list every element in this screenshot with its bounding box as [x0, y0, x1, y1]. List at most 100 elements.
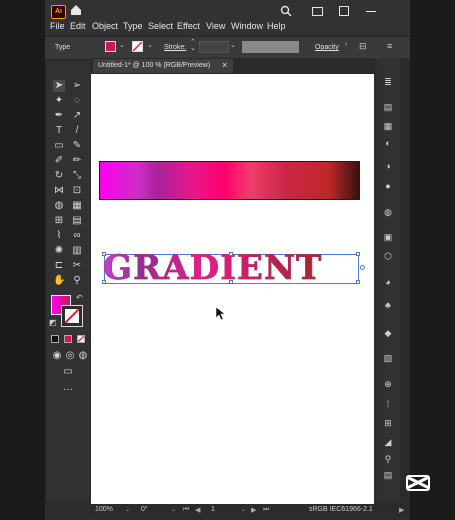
- menu-help[interactable]: Help: [267, 21, 286, 31]
- symbol-sprayer-icon[interactable]: ✺: [53, 245, 65, 257]
- transparency-icon[interactable]: ♣: [382, 299, 394, 311]
- character-icon[interactable]: ⚲: [382, 453, 394, 465]
- scale-tool-icon[interactable]: ⤡: [71, 170, 83, 182]
- menu-type[interactable]: Type: [123, 21, 143, 31]
- paintbrush-tool-icon[interactable]: ✎: [71, 140, 83, 152]
- chevron-down-icon[interactable]: ⌄: [171, 506, 176, 513]
- properties-icon[interactable]: ≣: [382, 76, 394, 88]
- eyedropper-icon[interactable]: ⌇: [53, 230, 65, 242]
- gradient-mode-button[interactable]: [64, 335, 72, 343]
- text-path-handle[interactable]: [360, 265, 365, 270]
- blend-tool-icon[interactable]: ∞: [71, 230, 83, 242]
- width-tool-icon[interactable]: ⋈: [53, 185, 65, 197]
- chevron-down-icon[interactable]: ⌄: [241, 506, 246, 513]
- color-icon[interactable]: ◑: [382, 160, 394, 172]
- perspective-grid-icon[interactable]: ▦: [71, 200, 83, 212]
- hand-tool-icon[interactable]: ✋: [53, 275, 65, 287]
- gradient-text-object[interactable]: GRADIENT: [103, 248, 322, 289]
- vertical-scrollbar[interactable]: [400, 58, 410, 498]
- chevron-down-icon[interactable]: ⌄: [230, 41, 236, 49]
- selection-handle[interactable]: [102, 252, 106, 256]
- draw-behind-icon[interactable]: ◎: [64, 350, 76, 362]
- curvature-tool-icon[interactable]: ↗: [71, 110, 83, 122]
- layers-icon[interactable]: ▤: [382, 101, 394, 113]
- artboard-number[interactable]: 1: [211, 506, 215, 513]
- swatches-icon[interactable]: ●: [382, 180, 394, 192]
- menu-window[interactable]: Window: [231, 21, 263, 31]
- direct-selection-tool-icon[interactable]: ➢: [71, 80, 83, 92]
- selection-handle[interactable]: [229, 280, 233, 284]
- selection-tool-icon[interactable]: ➤: [53, 80, 65, 92]
- default-colors-icon[interactable]: ◩: [49, 318, 57, 327]
- mesh-tool-icon[interactable]: ⊞: [53, 215, 65, 227]
- variable-width-profile[interactable]: [242, 41, 299, 53]
- chevron-down-icon[interactable]: ⌄: [125, 506, 130, 513]
- selection-handle[interactable]: [229, 252, 233, 256]
- stroke-weight-field[interactable]: [199, 41, 229, 53]
- rotation-value[interactable]: 0°: [141, 506, 148, 513]
- graphic-styles-icon[interactable]: ⬡: [382, 250, 394, 262]
- align-panel-icon[interactable]: ⁞: [382, 398, 394, 410]
- shaper-tool-icon[interactable]: ✐: [53, 155, 65, 167]
- status-menu-icon[interactable]: ▶: [399, 506, 404, 514]
- first-artboard-icon[interactable]: ⏮: [183, 506, 189, 514]
- stroke-swatch[interactable]: [61, 305, 83, 327]
- rotate-tool-icon[interactable]: ↻: [53, 170, 65, 182]
- fill-color-swatch[interactable]: [105, 41, 116, 52]
- close-tab-icon[interactable]: ×: [222, 60, 227, 70]
- document-tab[interactable]: Untitled-1* @ 100 % (RGB/Preview): [93, 59, 233, 73]
- graph-tool-icon[interactable]: ▥: [71, 245, 83, 257]
- pen-tool-icon[interactable]: ✒: [53, 110, 65, 122]
- chevron-right-icon[interactable]: ›: [345, 41, 347, 48]
- last-artboard-icon[interactable]: ⏭: [263, 506, 269, 514]
- stroke-stepper[interactable]: ⌃ ⌄: [190, 39, 196, 52]
- opacity-label[interactable]: Opacity: [315, 44, 339, 51]
- symbols-icon[interactable]: ▣: [382, 231, 394, 243]
- menu-view[interactable]: View: [206, 21, 225, 31]
- draw-inside-icon[interactable]: ◍: [77, 350, 89, 362]
- free-transform-icon[interactable]: ⊡: [71, 185, 83, 197]
- gradient-panel-icon[interactable]: ◕: [382, 276, 394, 288]
- magic-wand-icon[interactable]: ✦: [53, 95, 65, 107]
- workspace-icon[interactable]: [339, 6, 349, 16]
- search-icon[interactable]: [280, 4, 292, 17]
- menu-edit[interactable]: Edit: [70, 21, 86, 31]
- gradient-tool-icon[interactable]: ▤: [71, 215, 83, 227]
- chevron-down-icon[interactable]: ⌄: [147, 41, 153, 49]
- layers-stack-icon[interactable]: ◆: [382, 327, 394, 339]
- selection-handle[interactable]: [356, 252, 360, 256]
- chevron-down-icon[interactable]: ⌄: [119, 41, 125, 49]
- minimize-button[interactable]: [366, 11, 376, 12]
- menu-file[interactable]: File: [50, 21, 65, 31]
- pathfinder-icon[interactable]: ⊞: [382, 417, 394, 429]
- artboards-icon[interactable]: ▧: [382, 352, 394, 364]
- links-icon[interactable]: ⊕: [382, 378, 394, 390]
- zoom-level[interactable]: 100%: [95, 506, 113, 513]
- draw-normal-icon[interactable]: ◉: [51, 350, 63, 362]
- zoom-tool-icon[interactable]: ⚲: [71, 275, 83, 287]
- appearance-icon[interactable]: ◐: [382, 137, 394, 149]
- transform-icon[interactable]: ◢: [382, 436, 394, 448]
- screen-mode-icon[interactable]: ▭: [62, 366, 74, 378]
- none-mode-button[interactable]: [77, 335, 85, 343]
- menu-effect[interactable]: Effect: [177, 21, 200, 31]
- brushes-icon[interactable]: ◍: [382, 206, 394, 218]
- previous-artboard-icon[interactable]: ◀: [195, 506, 200, 514]
- panel-menu-icon[interactable]: ≡: [387, 41, 392, 51]
- line-segment-tool-icon[interactable]: /: [71, 125, 83, 137]
- paragraph-icon[interactable]: ▤: [382, 469, 394, 481]
- more-tools-icon[interactable]: ···: [62, 384, 74, 396]
- artboard-tool-icon[interactable]: ⊏: [53, 260, 65, 272]
- selection-handle[interactable]: [102, 280, 106, 284]
- type-tool-icon[interactable]: T: [53, 125, 65, 137]
- menu-select[interactable]: Select: [148, 21, 173, 31]
- color-mode-button[interactable]: [51, 335, 59, 343]
- stroke-label[interactable]: Stroke:: [164, 44, 186, 51]
- artboard-canvas[interactable]: [91, 74, 374, 504]
- align-icon[interactable]: ⊟: [359, 41, 367, 52]
- stroke-color-swatch[interactable]: [132, 41, 143, 52]
- arrange-documents-icon[interactable]: [312, 7, 323, 16]
- slice-tool-icon[interactable]: ✂: [71, 260, 83, 272]
- libraries-icon[interactable]: ▦: [382, 120, 394, 132]
- home-icon[interactable]: [69, 3, 83, 17]
